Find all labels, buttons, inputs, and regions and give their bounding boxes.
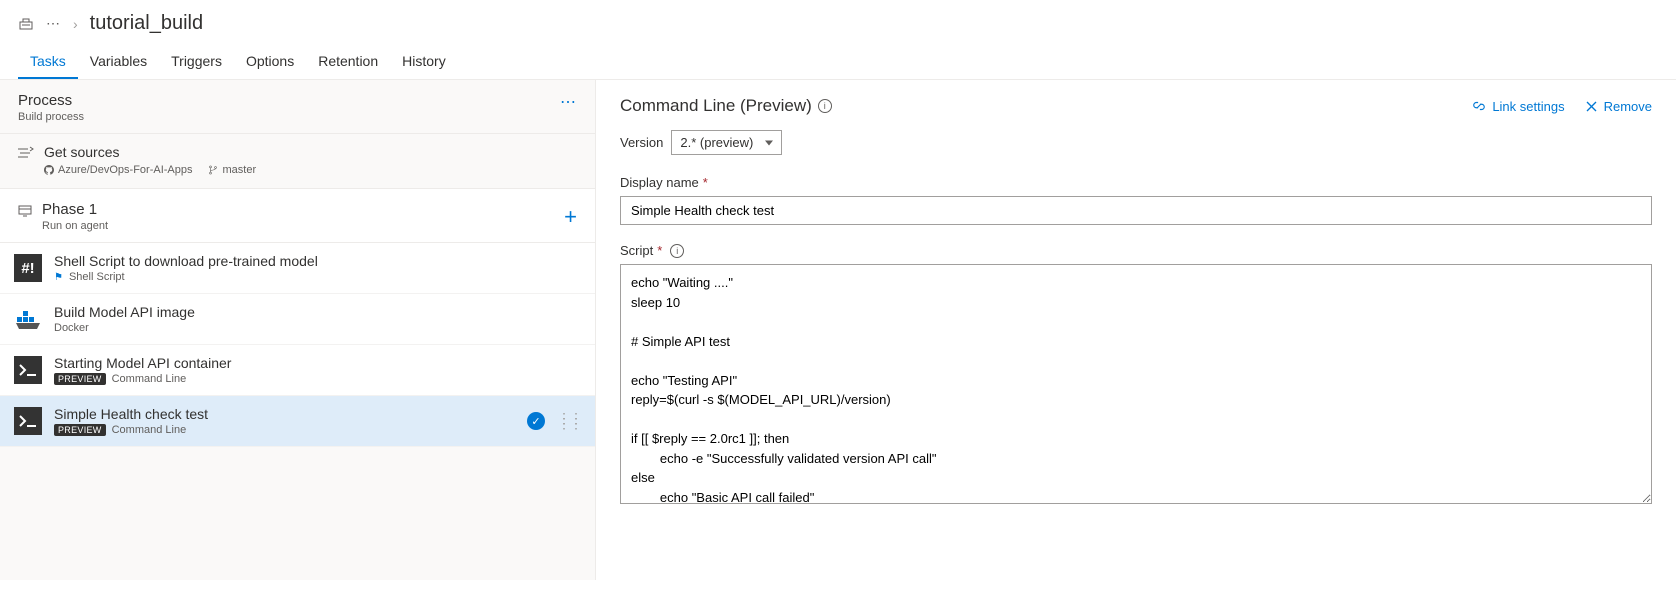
agent-icon	[18, 204, 32, 218]
task-name: Shell Script to download pre-trained mod…	[54, 253, 581, 269]
tab-triggers[interactable]: Triggers	[159, 43, 234, 79]
preview-badge: PREVIEW	[54, 373, 106, 385]
info-icon[interactable]: i	[670, 244, 684, 258]
phase-title: Phase 1	[42, 201, 108, 218]
version-label: Version	[620, 135, 663, 150]
hash-icon: #!	[14, 254, 42, 282]
tab-tasks[interactable]: Tasks	[18, 43, 78, 79]
tab-options[interactable]: Options	[234, 43, 306, 79]
task-type-label: Shell Script	[69, 271, 125, 283]
phase-row[interactable]: Phase 1 Run on agent +	[0, 189, 595, 243]
left-panel: Process Build process ⋯ Get sources Azur…	[0, 80, 596, 580]
link-settings-button[interactable]: Link settings	[1472, 99, 1564, 114]
display-name-input[interactable]	[620, 196, 1652, 225]
more-icon[interactable]: ⋯	[560, 92, 577, 112]
process-subtitle: Build process	[18, 111, 84, 123]
breadcrumb-ellipsis[interactable]: ⋯	[46, 15, 61, 32]
flag-icon: ⚑	[54, 272, 63, 283]
check-icon: ✓	[527, 412, 545, 430]
task-name: Simple Health check test	[54, 406, 515, 422]
process-header[interactable]: Process Build process ⋯	[0, 80, 595, 134]
task-row[interactable]: Simple Health check test PREVIEW Command …	[0, 396, 595, 447]
task-row[interactable]: #! Shell Script to download pre-trained m…	[0, 243, 595, 294]
branch-icon: master	[208, 164, 256, 176]
tab-retention[interactable]: Retention	[306, 43, 390, 79]
task-type-label: Command Line	[112, 424, 187, 436]
grip-icon[interactable]: ⋮⋮⋮⋮	[557, 416, 581, 426]
phase-subtitle: Run on agent	[42, 220, 108, 232]
task-name: Starting Model API container	[54, 355, 581, 371]
version-select[interactable]: 2.* (preview)	[671, 130, 782, 155]
github-icon: Azure/DevOps-For-AI-Apps	[44, 164, 192, 176]
task-row[interactable]: Build Model API image Docker	[0, 294, 595, 345]
process-title: Process	[18, 92, 84, 109]
tab-history[interactable]: History	[390, 43, 458, 79]
svg-text:#!: #!	[21, 260, 34, 277]
tab-bar: TasksVariablesTriggersOptionsRetentionHi…	[0, 43, 1676, 80]
repo-name: Azure/DevOps-For-AI-Apps	[58, 164, 192, 176]
docker-icon	[14, 305, 42, 333]
tab-variables[interactable]: Variables	[78, 43, 159, 79]
breadcrumb: ⋯ › tutorial_build	[0, 0, 1676, 43]
branch-name: master	[222, 164, 256, 176]
info-icon[interactable]: i	[818, 99, 832, 113]
page-title: tutorial_build	[90, 12, 203, 35]
cmd-icon	[14, 356, 42, 384]
remove-button[interactable]: Remove	[1585, 99, 1652, 114]
task-type-label: Command Line	[112, 373, 187, 385]
get-sources-row[interactable]: Get sources Azure/DevOps-For-AI-Apps mas…	[0, 134, 595, 189]
cmd-icon	[14, 407, 42, 435]
panel-title: Command Line (Preview) i	[620, 96, 832, 116]
display-name-label: Display name*	[620, 175, 1652, 190]
task-row[interactable]: Starting Model API container PREVIEW Comm…	[0, 345, 595, 396]
sources-icon	[18, 146, 34, 160]
script-textarea[interactable]	[620, 264, 1652, 504]
preview-badge: PREVIEW	[54, 424, 106, 436]
add-task-button[interactable]: +	[564, 206, 577, 228]
task-type-label: Docker	[54, 322, 89, 334]
task-name: Build Model API image	[54, 304, 581, 320]
get-sources-title: Get sources	[44, 144, 256, 160]
chevron-right-icon: ›	[73, 16, 78, 32]
script-label: Script* i	[620, 243, 1652, 258]
right-panel: Command Line (Preview) i Link settings R…	[596, 80, 1676, 580]
pipeline-icon	[18, 16, 34, 32]
